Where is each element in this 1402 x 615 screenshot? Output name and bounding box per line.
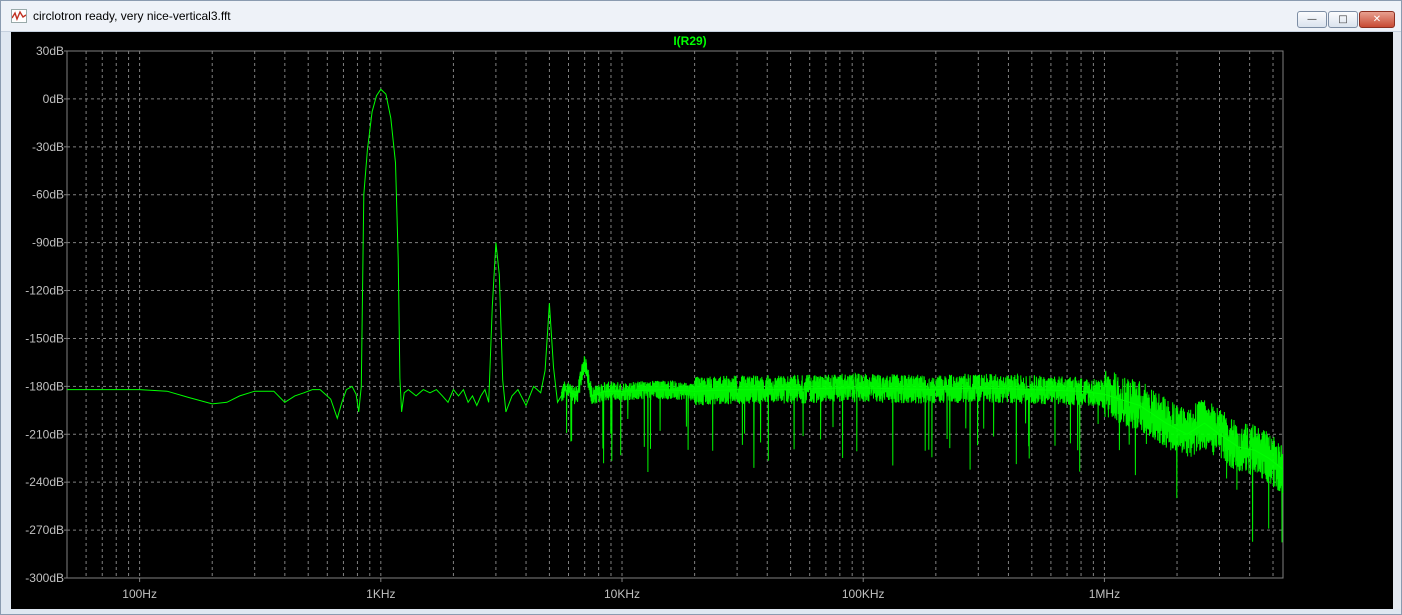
y-tick-label: -120dB: [25, 284, 64, 298]
title-bar[interactable]: circlotron ready, very nice-vertical3.ff…: [1, 1, 1401, 32]
close-icon: ✕: [1372, 14, 1382, 25]
plot-border: [66, 50, 1284, 579]
minimize-button[interactable]: —: [1297, 11, 1327, 28]
close-button[interactable]: ✕: [1359, 11, 1395, 28]
x-tick-label: 100Hz: [122, 587, 157, 601]
maximize-icon: □: [1338, 14, 1348, 25]
y-tick-label: -90dB: [32, 236, 64, 250]
y-tick-label: -60dB: [32, 188, 64, 202]
y-tick-label: -210dB: [25, 427, 64, 441]
maximize-button[interactable]: □: [1328, 11, 1358, 28]
chart-title: I(R29): [673, 34, 706, 48]
y-tick-label: 30dB: [36, 44, 64, 58]
window-border: [1393, 32, 1401, 609]
series-line-i-r29: [67, 88, 1284, 470]
fft-window: circlotron ready, very nice-vertical3.ff…: [0, 0, 1402, 615]
window-title: circlotron ready, very nice-vertical3.ff…: [33, 9, 231, 23]
series-noise-floor: [560, 356, 1284, 543]
y-tick-label: -180dB: [25, 379, 64, 393]
minimize-icon: —: [1307, 14, 1317, 25]
y-tick-label: -150dB: [25, 331, 64, 345]
y-tick-label: -270dB: [25, 523, 64, 537]
x-tick-label: 10KHz: [604, 587, 640, 601]
y-tick-label: -300dB: [25, 571, 64, 585]
fft-chart[interactable]: 30dB 0dB -30dB -60dB -90dB -120dB -150dB -180dB…: [11, 32, 1393, 609]
y-tick-label: -240dB: [25, 475, 64, 489]
y-tick-label: -30dB: [32, 140, 64, 154]
x-tick-label: 1KHz: [366, 587, 395, 601]
plot-area[interactable]: 30dB 0dB -30dB -60dB -90dB -120dB -150dB -180dB…: [11, 32, 1393, 609]
x-tick-label: 100KHz: [842, 587, 885, 601]
x-tick-label: 1MHz: [1089, 587, 1120, 601]
waveform-icon: [11, 9, 27, 23]
y-tick-label: 0dB: [43, 92, 64, 106]
